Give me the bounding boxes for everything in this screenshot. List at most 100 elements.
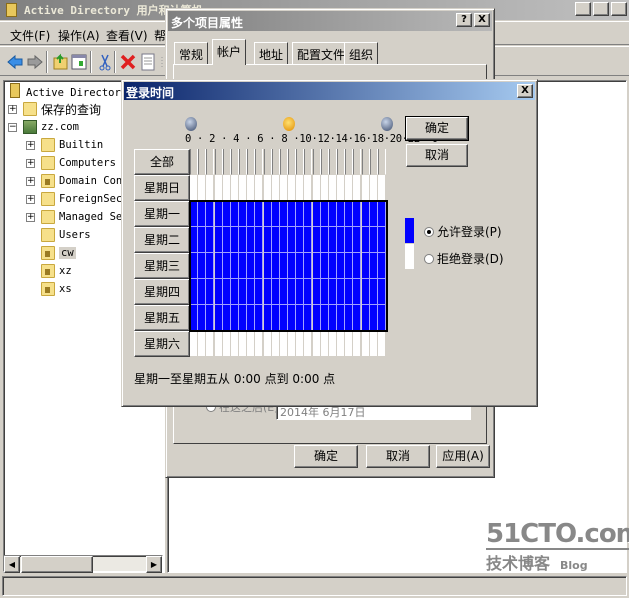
hour-cell[interactable] bbox=[255, 201, 264, 227]
hour-cell[interactable] bbox=[377, 279, 386, 305]
deny-radio-indicator[interactable] bbox=[424, 254, 434, 264]
hour-cell[interactable] bbox=[263, 227, 272, 253]
expand-icon[interactable]: + bbox=[26, 195, 35, 204]
hour-column-button[interactable] bbox=[214, 149, 223, 175]
hour-cell[interactable] bbox=[279, 305, 288, 331]
day-row-button[interactable]: 星期二 bbox=[134, 227, 190, 253]
hour-cell[interactable] bbox=[353, 201, 362, 227]
delete-icon[interactable] bbox=[119, 53, 137, 71]
hour-cell[interactable] bbox=[320, 227, 329, 253]
hour-cell[interactable] bbox=[320, 175, 329, 201]
hour-column-button[interactable] bbox=[239, 149, 248, 175]
hour-cell[interactable] bbox=[337, 305, 346, 331]
hour-cell[interactable] bbox=[279, 227, 288, 253]
scroll-right-button[interactable]: ▶ bbox=[146, 556, 162, 573]
hour-cell[interactable] bbox=[369, 253, 378, 279]
hour-cell[interactable] bbox=[361, 331, 370, 357]
hour-column-button[interactable] bbox=[353, 149, 362, 175]
help-button[interactable]: ? bbox=[456, 13, 472, 27]
hour-cell[interactable] bbox=[222, 227, 231, 253]
hour-cell[interactable] bbox=[369, 279, 378, 305]
hours-cancel-button[interactable]: 取消 bbox=[406, 144, 468, 167]
tab-organization[interactable]: 组织 bbox=[344, 42, 379, 64]
hour-cell[interactable] bbox=[271, 175, 280, 201]
hour-cell[interactable] bbox=[296, 279, 305, 305]
hour-cell[interactable] bbox=[190, 201, 199, 227]
hour-cell[interactable] bbox=[247, 227, 256, 253]
hour-cell[interactable] bbox=[230, 253, 239, 279]
hour-cell[interactable] bbox=[312, 253, 321, 279]
hour-cell[interactable] bbox=[190, 305, 199, 331]
hour-cell[interactable] bbox=[247, 175, 256, 201]
hour-cell[interactable] bbox=[247, 305, 256, 331]
hour-cell[interactable] bbox=[337, 331, 346, 357]
hour-cell[interactable] bbox=[296, 253, 305, 279]
hour-cell[interactable] bbox=[222, 253, 231, 279]
hour-cell[interactable] bbox=[206, 305, 215, 331]
hour-cell[interactable] bbox=[369, 305, 378, 331]
hour-cell[interactable] bbox=[304, 331, 313, 357]
hour-cell[interactable] bbox=[337, 201, 346, 227]
hour-cell[interactable] bbox=[247, 279, 256, 305]
hour-cell[interactable] bbox=[279, 175, 288, 201]
minimize-button[interactable]: _ bbox=[575, 2, 591, 16]
hour-cell[interactable] bbox=[345, 175, 354, 201]
hour-cell[interactable] bbox=[239, 227, 248, 253]
hour-column-button[interactable] bbox=[345, 149, 354, 175]
hour-cell[interactable] bbox=[271, 331, 280, 357]
hour-cell[interactable] bbox=[214, 253, 223, 279]
allow-radio-indicator[interactable] bbox=[424, 227, 434, 237]
hour-cell[interactable] bbox=[230, 279, 239, 305]
expand-icon[interactable]: + bbox=[26, 159, 35, 168]
hour-cell[interactable] bbox=[288, 305, 297, 331]
hour-column-button[interactable] bbox=[279, 149, 288, 175]
hour-cell[interactable] bbox=[279, 279, 288, 305]
hour-cell[interactable] bbox=[190, 253, 199, 279]
hours-titlebar[interactable]: 登录时间 X bbox=[124, 82, 535, 100]
hour-cell[interactable] bbox=[377, 253, 386, 279]
hour-column-button[interactable] bbox=[328, 149, 337, 175]
hour-cell[interactable] bbox=[263, 253, 272, 279]
hour-cell[interactable] bbox=[190, 279, 199, 305]
hour-cell[interactable] bbox=[353, 331, 362, 357]
hour-cell[interactable] bbox=[288, 201, 297, 227]
hour-column-button[interactable] bbox=[304, 149, 313, 175]
hour-cell[interactable] bbox=[288, 331, 297, 357]
hour-cell[interactable] bbox=[263, 175, 272, 201]
hour-cell[interactable] bbox=[263, 279, 272, 305]
hour-cell[interactable] bbox=[239, 175, 248, 201]
hour-column-button[interactable] bbox=[296, 149, 305, 175]
hour-cell[interactable] bbox=[377, 331, 386, 357]
hour-cell[interactable] bbox=[288, 227, 297, 253]
hour-cell[interactable] bbox=[328, 253, 337, 279]
hour-cell[interactable] bbox=[345, 279, 354, 305]
hour-cell[interactable] bbox=[296, 201, 305, 227]
hour-cell[interactable] bbox=[320, 253, 329, 279]
day-row-button[interactable]: 星期六 bbox=[134, 331, 190, 357]
hour-cell[interactable] bbox=[337, 253, 346, 279]
hour-cell[interactable] bbox=[369, 175, 378, 201]
hour-cell[interactable] bbox=[353, 305, 362, 331]
hour-cell[interactable] bbox=[328, 201, 337, 227]
hour-column-button[interactable] bbox=[361, 149, 370, 175]
hour-cell[interactable] bbox=[271, 305, 280, 331]
hour-cell[interactable] bbox=[361, 175, 370, 201]
tab-address[interactable]: 地址 bbox=[254, 42, 289, 64]
day-row-button[interactable]: 星期一 bbox=[134, 201, 190, 227]
hour-cell[interactable] bbox=[255, 331, 264, 357]
hour-cell[interactable] bbox=[320, 331, 329, 357]
hour-cell[interactable] bbox=[337, 175, 346, 201]
hour-cell[interactable] bbox=[247, 331, 256, 357]
hour-cell[interactable] bbox=[214, 227, 223, 253]
hour-cell[interactable] bbox=[304, 227, 313, 253]
hour-cell[interactable] bbox=[345, 253, 354, 279]
hour-cell[interactable] bbox=[279, 331, 288, 357]
hour-column-button[interactable] bbox=[198, 149, 207, 175]
hour-cell[interactable] bbox=[198, 201, 207, 227]
hour-cell[interactable] bbox=[222, 175, 231, 201]
tree-horizontal-scrollbar[interactable]: ◀ ▶ bbox=[3, 555, 163, 573]
hour-cell[interactable] bbox=[288, 253, 297, 279]
hour-cell[interactable] bbox=[312, 227, 321, 253]
hour-cell[interactable] bbox=[206, 175, 215, 201]
close-button[interactable]: X bbox=[611, 2, 627, 16]
